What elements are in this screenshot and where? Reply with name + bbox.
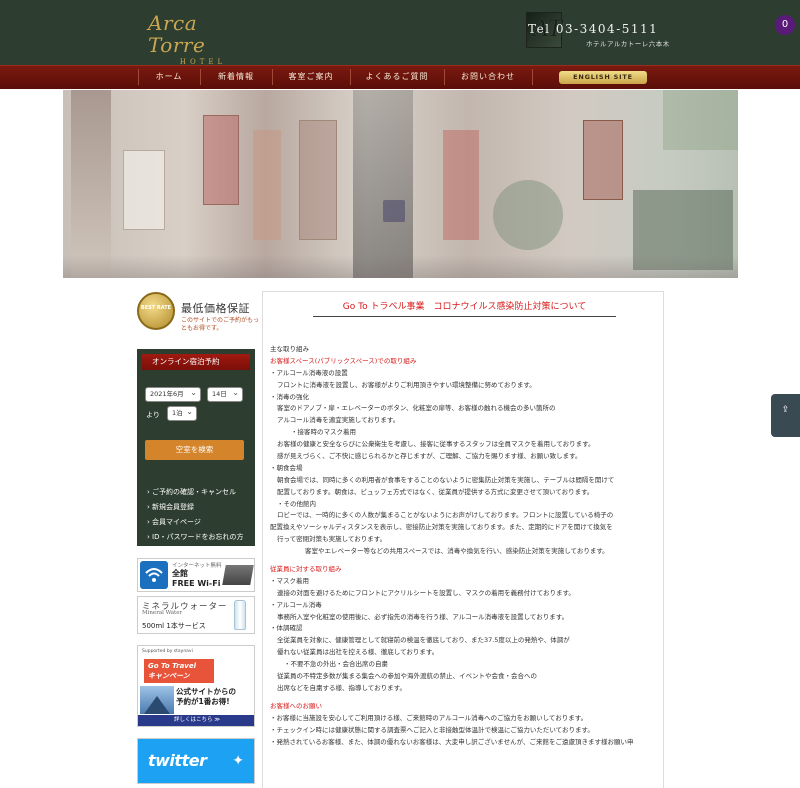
content-line: ・お客様に当施設を安心してご利用頂ける様、ご来館時のアルコール消毒へのご協力をお…	[270, 713, 588, 722]
wifi-note: インターネット無料	[172, 563, 222, 569]
content-line: ・チェックイン時には健康状態に関する調査票へご記入と非接触型体温計で検温にご協力…	[270, 725, 594, 734]
section-heading: お客様スペース(パブリックスペース)での取り組み	[270, 356, 417, 365]
content-line: ・不要不急の外出・会合出席の自粛	[284, 660, 388, 669]
best-rate-seal: BEST RATE	[137, 292, 175, 330]
twitter-bird-icon: ✦	[232, 753, 244, 769]
content-line: 従業員の不特定多数が集まる集会への参加や海外渡航の禁止、イベントや会食・会合への	[277, 672, 537, 681]
content-line: ・マスク着用	[270, 576, 309, 585]
main-content: Go To トラベル事業 コロナウイルス感染防止対策について 主な取り組みお客様…	[262, 291, 664, 788]
search-availability-button[interactable]: 空室を検索	[145, 440, 244, 460]
laptop-icon	[222, 565, 254, 585]
content-line: ・アルコール消毒	[270, 600, 322, 609]
mount-fuji-icon	[140, 686, 174, 714]
cart-count-badge[interactable]: 0	[775, 15, 795, 35]
booking-title: オンライン宿泊予約	[142, 354, 250, 370]
content-line: 感が見えづらく、ご不快に感じられるかと存じますが、ご理解、ご協力を賜ります様、お…	[277, 452, 582, 461]
twitter-banner[interactable]: twitter ✦	[137, 738, 255, 784]
water-english: Mineral Water	[142, 610, 183, 616]
content-line: ・体調確認	[270, 624, 303, 633]
gtt-main-text: 公式サイトからの 予約が1番お得!	[176, 687, 236, 706]
go-to-travel-banner[interactable]: Supported by staynavi Go To Travel キャンペーン…	[137, 645, 255, 727]
gtt-heading: Go To Travel キャンペーン	[144, 659, 214, 683]
content-line: 客室のドアノブ・扉・エレベーターのボタン、化粧室の扉等、お客様の触れる機会の多い…	[277, 404, 556, 413]
nav-faq[interactable]: よくあるご質問	[350, 66, 444, 88]
gtt-details-link[interactable]: 詳しくはこちら ≫	[138, 715, 254, 726]
content-line: 配置換えやソーシャルディスタンスを表示し、密接防止対策を実施しております。また、…	[270, 523, 613, 532]
scroll-top-tab[interactable]: ⇪	[771, 394, 800, 437]
content-line: 行って密閉対策も実施しております。	[277, 535, 387, 544]
content-line: 出席などを自粛する様、指導しております。	[277, 683, 406, 692]
nav-news[interactable]: 新着情報	[200, 66, 272, 88]
mypage-link[interactable]: 会員マイページ	[147, 517, 201, 527]
content-line: 主な取り組み	[270, 345, 309, 353]
content-line: お客様の健康と安全ならびに公衆衛生を考慮し、接客に従事するスタッフは全員マスクを…	[277, 440, 595, 449]
hotel-logo[interactable]: Arca Torre HOTEL	[148, 12, 258, 66]
content-line: 朝食会場では、同時に多くの利用者が食事をすることのないように密集防止対策を実施し…	[277, 475, 615, 484]
logo-script: Arca Torre	[148, 11, 206, 57]
content-line: 全従業員を対象に、健康管理として就寝前の検温を徹底しており、また37.5度以上の…	[277, 636, 570, 645]
mineral-water-banner[interactable]: ミネラルウォーター Mineral Water 500ml 1本サービス	[137, 596, 255, 634]
content-line: 配置しております。朝食は、ビュッフェ方式ではなく、従業員が提供する方式に変更させ…	[277, 487, 594, 496]
section-heading: お客様へのお願い	[270, 701, 322, 710]
content-line: 連接の対面を避けるためにフロントにアクリルシートを設置し、マスクの着用を義務付け…	[277, 588, 575, 597]
booking-panel: オンライン宿泊予約 2021年6月 14日 より 1泊 空室を検索 ご予約の確認…	[137, 349, 255, 546]
wifi-icon	[140, 561, 168, 589]
nav-home[interactable]: ホーム	[138, 66, 200, 88]
content-line: ・朝食会場	[270, 463, 303, 472]
content-line: ・発熱されているお客様、また、体調の優れないお客様は、大変申し訳ございませんが、…	[270, 737, 634, 746]
nav-rooms[interactable]: 客室ご案内	[272, 66, 350, 88]
content-line: 優れない従業員は出社を控える様、徹底しております。	[277, 648, 439, 657]
forgot-password-link[interactable]: ID・パスワードをお忘れの方	[147, 532, 243, 542]
best-rate-title: 最低価格保証	[181, 302, 250, 315]
hotel-name: ホテルアルカトーレ六本木	[586, 40, 670, 48]
best-rate-subtitle: このサイトでのご予約がもっともお得です。	[181, 317, 260, 332]
gtt-supported: Supported by staynavi	[142, 649, 193, 654]
section-heading: 従業員に対する取り組み	[270, 565, 342, 574]
water-service: 500ml 1本サービス	[142, 622, 206, 630]
nav-divider	[532, 69, 533, 85]
water-bottle-icon	[234, 600, 246, 630]
content-line: 事務所入室や化粧室の使用後に、必ず指先の消毒を行う様、アルコール消毒液を設置して…	[277, 612, 569, 621]
content-lines: 主な取り組みお客様スペース(パブリックスペース)での取り組み ・アルコール消毒液の…	[270, 344, 662, 748]
site-header: Arca Torre HOTEL AT Tel 03-3404-5111 ホテル…	[0, 0, 800, 66]
content-line: ・その他館内	[277, 499, 316, 508]
content-line: 客室やエレベーター等などの共用スペースでは、消毒や換気を行い、感染防止対策を実施…	[305, 547, 609, 556]
page-title: Go To トラベル事業 コロナウイルス感染防止対策について	[313, 297, 616, 317]
best-rate-badge: BEST RATE 最低価格保証 このサイトでのご予約がもっともお得です。	[137, 292, 259, 334]
content-line: フロントに消毒液を設置し、お客様がよりご利用頂きやすい環境整備に努めております。	[277, 380, 536, 389]
content-line: ・消毒の強化	[270, 392, 309, 401]
content-line: ・アルコール消毒液の設置	[270, 368, 348, 377]
twitter-label: twitter	[148, 751, 207, 770]
hero-street-image	[63, 90, 738, 278]
booking-confirm-link[interactable]: ご予約の確認・キャンセル	[147, 487, 236, 497]
wifi-label: 全館 FREE Wi-Fi	[172, 569, 221, 588]
day-select[interactable]: 14日	[207, 386, 243, 402]
nav-contact[interactable]: お問い合わせ	[444, 66, 532, 88]
phone-number: Tel 03-3404-5111	[528, 22, 659, 36]
content-line: ・接客時のマスク着用	[291, 428, 356, 437]
main-nav: ホーム 新着情報 客室ご案内 よくあるご質問 お問い合わせ ENGLISH SI…	[0, 65, 800, 89]
nights-select[interactable]: 1泊	[167, 405, 197, 421]
register-link[interactable]: 新規会員登録	[147, 502, 194, 512]
content-line: ロビーでは、一時的に多くの人数が集まることがないようにお声がけしております。フロ…	[277, 511, 614, 520]
phone-block: AT Tel 03-3404-5111 ホテルアルカトーレ六本木	[526, 12, 669, 48]
free-wifi-banner[interactable]: インターネット無料 全館 FREE Wi-Fi	[137, 558, 255, 592]
content-line: アルコール消毒を適宜実施しております。	[277, 416, 400, 425]
from-label: より	[146, 411, 160, 419]
month-select[interactable]: 2021年6月	[145, 386, 201, 402]
english-site-button[interactable]: ENGLISH SITE	[559, 71, 647, 84]
